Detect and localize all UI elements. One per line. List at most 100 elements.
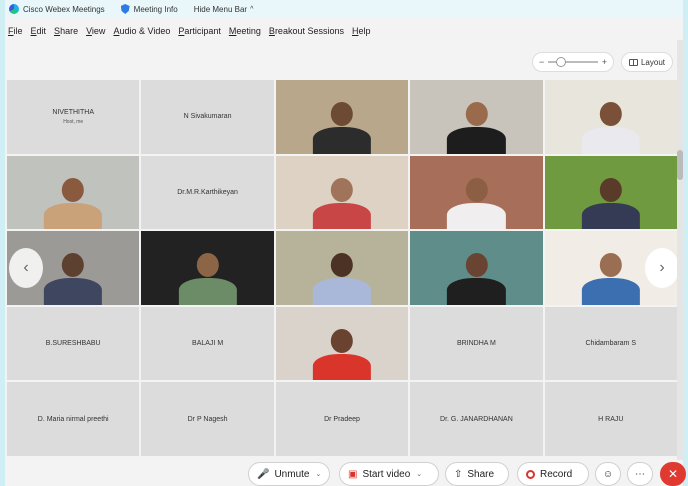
menu-audio-video[interactable]: Audio & Video <box>113 26 170 36</box>
participant-video-tile[interactable] <box>7 155 140 230</box>
menu-breakout-sessions[interactable]: Breakout Sessions <box>269 26 344 36</box>
scrollbar[interactable] <box>677 40 683 460</box>
ellipsis-icon: ⋯ <box>635 468 645 480</box>
webex-logo-icon <box>9 4 19 14</box>
participant-head <box>465 253 488 278</box>
participant-video-feed <box>447 247 506 305</box>
start-video-label: Start video <box>362 468 411 480</box>
shield-icon <box>120 4 130 14</box>
participant-body <box>447 278 506 305</box>
menu-file[interactable]: File <box>8 26 23 36</box>
chevron-up-icon: ^ <box>250 5 254 13</box>
share-label: Share <box>467 468 495 480</box>
leave-meeting-button[interactable]: ✕ <box>660 462 686 486</box>
participant-body <box>581 278 640 305</box>
chevron-right-icon: › <box>659 259 665 276</box>
participant-name-tile[interactable]: Dr. G. JANARDHANAN <box>410 382 543 456</box>
menu-edit[interactable]: Edit <box>31 26 47 36</box>
participant-video-feed <box>312 96 372 154</box>
participant-video-tile[interactable] <box>410 155 543 230</box>
participant-video-feed <box>581 96 640 154</box>
layout-button[interactable]: Layout <box>621 52 673 72</box>
menu-view[interactable]: View <box>86 26 105 36</box>
participant-video-tile[interactable] <box>410 231 543 305</box>
meeting-toolbar: 🎤 Unmute ⌄ ▣ Start video ⌄ ⇧ Share Recor… <box>5 462 686 486</box>
participant-name: Dr Pradeep <box>324 415 360 423</box>
participant-head <box>330 101 354 127</box>
participant-name-tile[interactable]: Dr P Nagesh <box>141 382 274 456</box>
participant-body <box>447 127 506 154</box>
participant-name-tile[interactable]: D. Maria nirmal preethi <box>7 382 140 456</box>
participant-name: NIVETHITHA <box>52 108 94 116</box>
participant-name-tile[interactable]: BRINDHA M <box>410 306 543 381</box>
participant-video-tile[interactable] <box>275 80 409 154</box>
reactions-button[interactable]: ☺ <box>595 462 621 486</box>
participant-name-tile[interactable]: BALAJI M <box>141 306 274 381</box>
menu-help[interactable]: Help <box>352 26 371 36</box>
participant-head <box>330 328 354 353</box>
app-name: Cisco Webex Meetings <box>23 4 105 14</box>
title-bar: Cisco Webex Meetings Meeting Info Hide M… <box>5 0 683 18</box>
participant-body <box>312 278 372 305</box>
participant-name-tile[interactable]: Dr.M.R.Karthikeyan <box>141 155 274 230</box>
participant-name: Dr P Nagesh <box>187 415 228 423</box>
participant-name: Dr. G. JANARDHANAN <box>440 415 513 423</box>
participant-head <box>599 253 622 278</box>
unmute-button[interactable]: 🎤 Unmute ⌄ <box>248 462 330 486</box>
microphone-muted-icon: 🎤 <box>257 468 270 480</box>
participant-name: Dr.M.R.Karthikeyan <box>177 188 238 196</box>
participant-name: H RAJU <box>598 415 624 423</box>
start-video-button[interactable]: ▣ Start video ⌄ <box>339 462 439 486</box>
participant-name-tile[interactable]: H RAJU <box>544 382 677 456</box>
participant-video-feed <box>312 172 372 230</box>
menu-share[interactable]: Share <box>54 26 78 36</box>
participant-role: Host, me <box>63 118 84 125</box>
chevron-left-icon: ‹ <box>23 259 29 276</box>
participant-name-tile[interactable]: N Sivakumaran <box>141 80 274 154</box>
zoom-in-icon[interactable]: + <box>602 57 607 67</box>
participant-body <box>447 202 506 230</box>
participant-name: Chidambaram S <box>585 340 637 348</box>
participant-name-tile[interactable]: Dr Pradeep <box>275 382 409 456</box>
scrollbar-thumb[interactable] <box>677 150 683 180</box>
participant-body <box>44 278 103 305</box>
participant-video-tile[interactable] <box>275 155 409 230</box>
unmute-label: Unmute <box>274 468 310 480</box>
participant-head <box>465 101 488 127</box>
participant-video-tile[interactable] <box>410 80 543 154</box>
next-page-button[interactable]: › <box>645 248 679 288</box>
participant-video-tile[interactable] <box>544 155 677 230</box>
participant-head <box>330 253 354 278</box>
share-button[interactable]: ⇧ Share <box>445 462 509 486</box>
zoom-out-icon[interactable]: − <box>539 57 544 67</box>
hide-menu-bar-button[interactable]: Hide Menu Bar ^ <box>194 5 254 14</box>
participant-body <box>581 127 640 154</box>
chevron-down-icon[interactable]: ⌄ <box>315 470 321 478</box>
record-button[interactable]: Record <box>517 462 589 486</box>
participant-video-tile[interactable] <box>275 306 409 381</box>
chevron-down-icon[interactable]: ⌄ <box>416 470 422 478</box>
meeting-info-button[interactable]: Meeting Info <box>120 4 178 14</box>
record-icon <box>526 469 535 479</box>
participant-grid: NIVETHITHA Host, me N Sivakumaran Dr.M.R.Ka… <box>7 80 677 456</box>
menu-participant[interactable]: Participant <box>178 26 221 36</box>
participant-video-feed <box>581 172 640 230</box>
menu-meeting[interactable]: Meeting <box>229 26 261 36</box>
hide-menu-label: Hide Menu Bar <box>193 4 248 14</box>
participant-video-feed <box>178 247 237 305</box>
participant-video-feed <box>581 247 640 305</box>
participant-name-tile[interactable]: Chidambaram S <box>544 306 677 381</box>
participant-body <box>312 202 372 230</box>
participant-video-tile[interactable] <box>141 231 274 305</box>
zoom-slider[interactable] <box>548 57 598 67</box>
participant-body <box>581 202 640 230</box>
participant-video-feed <box>312 323 372 381</box>
participant-video-tile[interactable] <box>544 80 677 154</box>
participant-video-tile[interactable] <box>275 231 409 305</box>
zoom-slider-thumb[interactable] <box>556 57 567 67</box>
participant-name-tile[interactable]: B.SURESHBABU <box>7 306 140 381</box>
previous-page-button[interactable]: ‹ <box>9 248 43 288</box>
participant-video-feed <box>44 247 103 305</box>
participant-name-tile[interactable]: NIVETHITHA Host, me <box>7 80 140 154</box>
more-options-button[interactable]: ⋯ <box>627 462 653 486</box>
